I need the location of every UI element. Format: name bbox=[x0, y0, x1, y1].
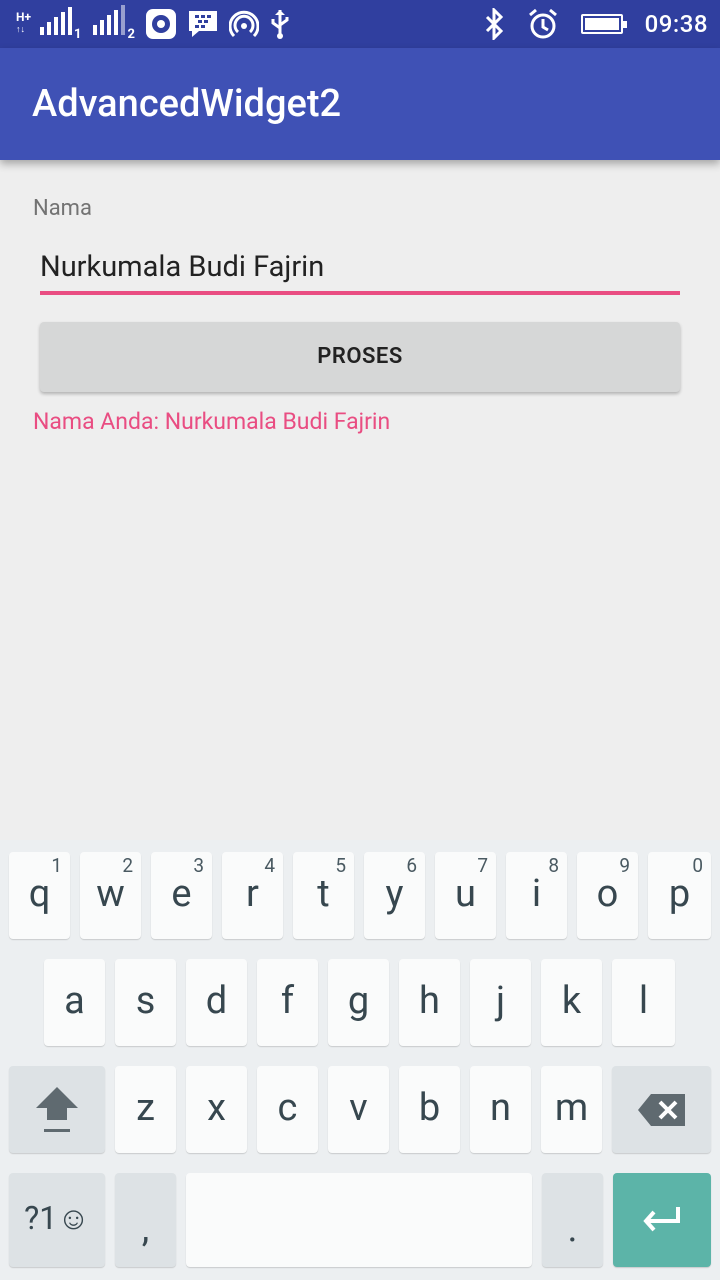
comma-key[interactable]: , bbox=[115, 1173, 176, 1267]
shift-icon bbox=[36, 1086, 78, 1132]
status-left: H+ ↑↓ 1 2 bbox=[16, 0, 291, 48]
key-number: 7 bbox=[477, 854, 488, 877]
key-q[interactable]: q1 bbox=[9, 852, 70, 939]
key-char: u bbox=[455, 871, 476, 916]
key-char: b bbox=[418, 1085, 441, 1130]
key-v[interactable]: v bbox=[328, 1066, 389, 1153]
bluetooth-icon bbox=[483, 8, 505, 40]
key-char: j bbox=[495, 978, 506, 1023]
key-j[interactable]: j bbox=[470, 959, 531, 1046]
sim2-label: 2 bbox=[127, 27, 135, 42]
key-number: 9 bbox=[619, 854, 630, 877]
app-title: AdvancedWidget2 bbox=[32, 82, 342, 126]
key-e[interactable]: e3 bbox=[151, 852, 212, 939]
battery-icon bbox=[580, 14, 627, 34]
shift-key[interactable] bbox=[9, 1066, 105, 1153]
sim1-signal-icon: H+ ↑↓ bbox=[16, 7, 72, 39]
symbols-label: ?1☺ bbox=[24, 1199, 90, 1238]
key-o[interactable]: o9 bbox=[577, 852, 638, 939]
soft-keyboard: q1 w2 e3 r4 t5 y6 u7 i8 o9 p0 a s d f g … bbox=[0, 840, 720, 1280]
key-z[interactable]: z bbox=[115, 1066, 176, 1153]
key-char: c bbox=[277, 1085, 298, 1130]
name-input[interactable]: Nurkumala Budi Fajrin bbox=[40, 245, 680, 295]
key-char: e bbox=[171, 871, 192, 916]
key-f[interactable]: f bbox=[257, 959, 318, 1046]
status-bar: H+ ↑↓ 1 2 09:38 bbox=[0, 0, 720, 48]
key-number: 5 bbox=[335, 854, 346, 877]
alarm-icon bbox=[527, 8, 559, 40]
key-x[interactable]: x bbox=[186, 1066, 247, 1153]
key-k[interactable]: k bbox=[541, 959, 602, 1046]
backspace-icon bbox=[637, 1093, 685, 1126]
key-char: z bbox=[136, 1085, 155, 1130]
key-y[interactable]: y6 bbox=[364, 852, 425, 939]
proses-button[interactable]: PROSES bbox=[40, 322, 680, 392]
key-char: a bbox=[64, 978, 85, 1023]
key-t[interactable]: t5 bbox=[293, 852, 354, 939]
key-char: m bbox=[554, 1085, 589, 1130]
key-i[interactable]: i8 bbox=[506, 852, 567, 939]
key-n[interactable]: n bbox=[470, 1066, 531, 1153]
key-p[interactable]: p0 bbox=[648, 852, 711, 939]
key-char: o bbox=[596, 871, 619, 916]
hotspot-icon bbox=[228, 9, 259, 39]
key-char: r bbox=[246, 871, 259, 916]
enter-icon bbox=[643, 1207, 680, 1232]
key-char: l bbox=[638, 978, 649, 1023]
media-icon bbox=[145, 8, 177, 40]
key-a[interactable]: a bbox=[44, 959, 105, 1046]
key-char: x bbox=[207, 1085, 226, 1130]
clock: 09:38 bbox=[644, 10, 708, 38]
key-number: 1 bbox=[51, 854, 62, 877]
status-right: 09:38 bbox=[483, 0, 708, 48]
symbols-key[interactable]: ?1☺ bbox=[9, 1173, 105, 1267]
key-char: v bbox=[349, 1085, 368, 1130]
result-text: Nama Anda: Nurkumala Budi Fajrin bbox=[33, 408, 391, 435]
key-r[interactable]: r4 bbox=[222, 852, 283, 939]
sim1-label: 1 bbox=[74, 27, 82, 42]
key-char: p bbox=[668, 871, 691, 916]
key-char: . bbox=[567, 1206, 578, 1251]
key-char: h bbox=[419, 978, 440, 1023]
key-char: s bbox=[135, 978, 156, 1023]
usb-icon bbox=[269, 8, 291, 40]
name-label: Nama bbox=[33, 196, 92, 221]
key-c[interactable]: c bbox=[257, 1066, 318, 1153]
key-char: g bbox=[347, 978, 370, 1023]
backspace-key[interactable] bbox=[612, 1066, 711, 1153]
key-w[interactable]: w2 bbox=[80, 852, 141, 939]
sim2-signal-icon bbox=[91, 5, 126, 39]
key-d[interactable]: d bbox=[186, 959, 247, 1046]
key-s[interactable]: s bbox=[115, 959, 176, 1046]
key-char: w bbox=[96, 871, 125, 916]
key-char: t bbox=[317, 871, 330, 916]
key-char: k bbox=[561, 978, 582, 1023]
key-char: y bbox=[385, 871, 404, 916]
period-key[interactable]: . bbox=[542, 1173, 603, 1267]
space-key[interactable] bbox=[186, 1173, 532, 1267]
key-number: 3 bbox=[193, 854, 204, 877]
key-char: , bbox=[141, 1206, 150, 1251]
key-char: f bbox=[280, 978, 295, 1023]
key-l[interactable]: l bbox=[612, 959, 675, 1046]
key-char: i bbox=[531, 871, 542, 916]
bbm-icon bbox=[187, 9, 219, 39]
key-u[interactable]: u7 bbox=[435, 852, 496, 939]
key-number: 4 bbox=[264, 854, 275, 877]
key-char: d bbox=[205, 978, 228, 1023]
data-arrows-icon: ↑↓ bbox=[16, 25, 25, 35]
key-b[interactable]: b bbox=[399, 1066, 460, 1153]
key-char: q bbox=[28, 871, 51, 916]
key-number: 6 bbox=[406, 854, 417, 877]
key-char: n bbox=[490, 1085, 511, 1130]
app-bar: AdvancedWidget2 bbox=[0, 48, 720, 160]
enter-key[interactable] bbox=[613, 1173, 711, 1267]
key-g[interactable]: g bbox=[328, 959, 389, 1046]
network-type-label: H+ bbox=[16, 10, 32, 24]
key-h[interactable]: h bbox=[399, 959, 460, 1046]
key-number: 8 bbox=[548, 854, 559, 877]
key-number: 0 bbox=[692, 854, 703, 877]
key-number: 2 bbox=[122, 854, 133, 877]
key-m[interactable]: m bbox=[541, 1066, 602, 1153]
